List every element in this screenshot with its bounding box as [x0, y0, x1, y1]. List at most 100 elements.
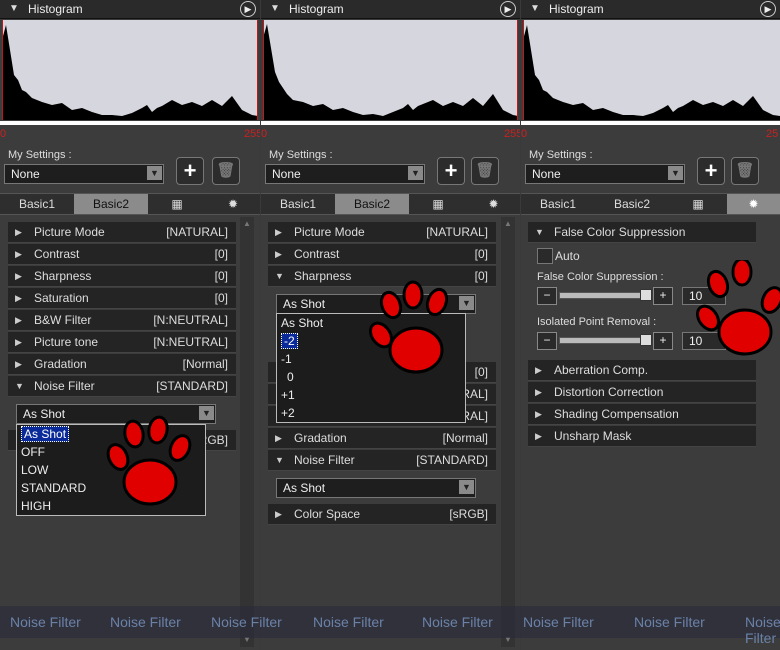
expand-arrow-icon: ▶	[15, 227, 22, 237]
slider-thumb[interactable]	[640, 289, 652, 301]
row-picture-mode[interactable]: ▶ Picture Mode [NATURAL]	[8, 222, 236, 243]
row-label: Contrast	[294, 247, 340, 261]
slider-track[interactable]	[559, 292, 651, 299]
auto-checkbox[interactable]	[537, 248, 553, 264]
chevron-down-icon[interactable]: ▼	[459, 480, 474, 494]
play-icon[interactable]: ▶	[760, 1, 776, 17]
delete-setting-button[interactable]: 🗑	[212, 157, 240, 185]
slider-track[interactable]	[559, 337, 651, 344]
tab-grid-icon[interactable]: ▦	[409, 194, 467, 214]
row-color-space[interactable]: ▶ Color Space [sRGB]	[268, 504, 496, 525]
minus-icon[interactable]: −	[537, 287, 557, 305]
row-saturation[interactable]: ▶ Saturation [0]	[8, 288, 236, 309]
option-plus-2[interactable]: +2	[277, 404, 465, 422]
tab-gear-icon[interactable]: ✹	[467, 194, 520, 214]
row-contrast[interactable]: ▶ Contrast [0]	[8, 244, 236, 265]
watermark-text: Noise Filter	[422, 614, 493, 630]
row-gradation[interactable]: ▶ Gradation [Normal]	[8, 354, 236, 375]
noise-filter-select[interactable]: As Shot ▼	[276, 478, 476, 498]
my-settings-select[interactable]: None ▼	[525, 164, 685, 184]
row-bw-filter[interactable]: ▶ B&W Filter [N:NEUTRAL]	[8, 310, 236, 331]
row-sharpness[interactable]: ▶ Sharpness [0]	[8, 266, 236, 287]
histogram-high-marker[interactable]	[517, 20, 518, 120]
tab-basic2[interactable]: Basic2	[335, 194, 409, 214]
collapse-triangle-icon[interactable]: ▼	[530, 3, 540, 14]
expand-arrow-icon: ▶	[275, 433, 282, 443]
slider-thumb[interactable]	[640, 334, 652, 346]
panel-left: ▼ Histogram ▶ 0 255 My Settings : None ▼…	[0, 0, 260, 650]
play-icon[interactable]: ▶	[500, 1, 516, 17]
tab-gear-icon[interactable]: ✹	[727, 194, 780, 214]
sharpness-value: As Shot	[283, 297, 326, 311]
row-aberration-comp[interactable]: ▶ Aberration Comp.	[528, 360, 756, 381]
row-label: False Color Suppression	[554, 225, 686, 239]
add-setting-button[interactable]: +	[697, 157, 725, 185]
auto-label: Auto	[555, 249, 580, 263]
add-setting-button[interactable]: +	[176, 157, 204, 185]
tab-basic1[interactable]: Basic1	[0, 194, 74, 214]
expand-arrow-icon: ▶	[275, 227, 282, 237]
row-value: [0]	[214, 291, 228, 305]
scroll-up-icon[interactable]: ▲	[504, 219, 512, 228]
collapse-triangle-icon[interactable]: ▼	[270, 3, 280, 14]
add-setting-button[interactable]: +	[437, 157, 465, 185]
chevron-down-icon[interactable]: ▼	[408, 166, 423, 180]
row-label: Distortion Correction	[554, 385, 664, 399]
row-label: Aberration Comp.	[554, 363, 649, 377]
histogram-low-marker[interactable]	[2, 20, 3, 120]
my-settings-label: My Settings :	[529, 149, 593, 161]
fcs-slider[interactable]: − +	[537, 287, 673, 305]
row-false-color-suppression[interactable]: ▼ False Color Suppression	[528, 222, 756, 243]
row-noise-filter[interactable]: ▼ Noise Filter [STANDARD]	[8, 376, 236, 397]
histogram-shape	[2, 25, 258, 120]
histogram-header[interactable]: ▼ Histogram ▶	[261, 0, 520, 19]
option-plus-1[interactable]: +1	[277, 386, 465, 404]
tab-gear-icon[interactable]: ✹	[206, 194, 260, 214]
tab-grid-icon[interactable]: ▦	[148, 194, 206, 214]
row-gradation[interactable]: ▶ Gradation [Normal]	[268, 428, 496, 449]
delete-setting-button[interactable]: 🗑	[731, 157, 759, 185]
collapse-triangle-icon[interactable]: ▼	[9, 3, 19, 14]
tab-basic1[interactable]: Basic1	[261, 194, 335, 214]
watermark-text: Noise Filter	[313, 614, 384, 630]
minus-icon[interactable]: −	[537, 332, 557, 350]
tab-bar: Basic1 Basic2 ▦ ✹	[521, 193, 780, 215]
my-settings-select[interactable]: None ▼	[4, 164, 164, 184]
expand-arrow-icon: ▶	[535, 409, 542, 419]
row-noise-filter[interactable]: ▼ Noise Filter [STANDARD]	[268, 450, 496, 471]
plus-icon[interactable]: +	[653, 332, 673, 350]
row-picture-tone[interactable]: ▶ Picture tone [N:NEUTRAL]	[8, 332, 236, 353]
tab-basic2[interactable]: Basic2	[74, 194, 148, 214]
histogram-header[interactable]: ▼ Histogram ▶	[521, 0, 780, 19]
ipr-slider[interactable]: − +	[537, 332, 673, 350]
scroll-up-icon[interactable]: ▲	[243, 219, 251, 228]
row-unsharp-mask[interactable]: ▶ Unsharp Mask	[528, 426, 756, 447]
watermark-text: Noise Filter	[634, 614, 705, 630]
histogram-low-marker[interactable]	[523, 20, 524, 120]
chevron-down-icon[interactable]: ▼	[147, 166, 162, 180]
histogram-high-marker[interactable]	[257, 20, 258, 120]
scrollbar[interactable]: ▲ ▼	[501, 217, 515, 647]
scrollbar[interactable]: ▲ ▼	[240, 217, 254, 647]
row-contrast[interactable]: ▶ Contrast [0]	[268, 244, 496, 265]
row-value: [0]	[214, 269, 228, 283]
play-icon[interactable]: ▶	[240, 1, 256, 17]
row-distortion-correction[interactable]: ▶ Distortion Correction	[528, 382, 756, 403]
chevron-down-icon[interactable]: ▼	[668, 166, 683, 180]
row-shading-compensation[interactable]: ▶ Shading Compensation	[528, 404, 756, 425]
histogram-low-marker[interactable]	[263, 20, 264, 120]
tab-basic2[interactable]: Basic2	[595, 194, 669, 214]
tab-basic1[interactable]: Basic1	[521, 194, 595, 214]
row-value: [NATURAL]	[166, 225, 228, 239]
delete-setting-button[interactable]: 🗑	[471, 157, 499, 185]
histogram-header[interactable]: ▼ Histogram ▶	[0, 0, 260, 19]
my-settings-select[interactable]: None ▼	[265, 164, 425, 184]
row-value: [0]	[474, 269, 488, 283]
histogram-graph	[263, 20, 518, 120]
tab-grid-icon[interactable]: ▦	[669, 194, 727, 214]
histogram-title: Histogram	[289, 2, 344, 16]
row-picture-mode[interactable]: ▶ Picture Mode [NATURAL]	[268, 222, 496, 243]
plus-icon[interactable]: +	[653, 287, 673, 305]
row-label: Sharpness	[294, 269, 352, 283]
chevron-down-icon[interactable]: ▼	[199, 406, 214, 420]
